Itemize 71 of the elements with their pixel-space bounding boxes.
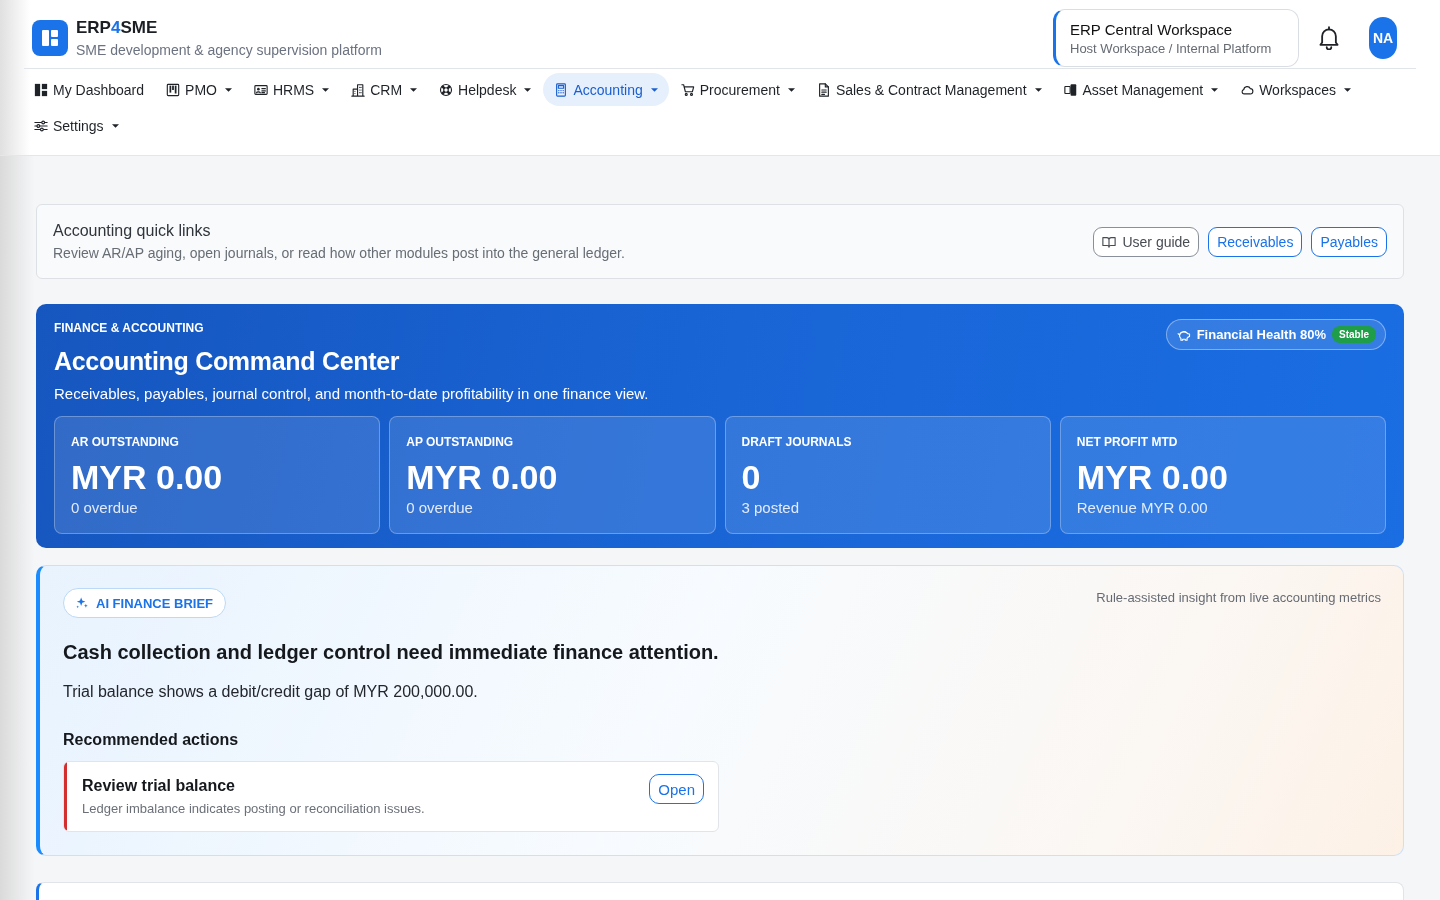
stat-value: MYR 0.00 [406,457,559,497]
nav-menu-item[interactable]: Helpdesk [429,73,542,106]
caret-icon [650,87,658,92]
caret-icon [1034,87,1042,92]
lifebuoy-icon [439,82,454,97]
quick-links-description: Review AR/AP aging, open journals, or read how other modules post into the general ledger. [53,244,625,262]
stat-value: MYR 0.00 [71,457,224,497]
action-description: Ledger imbalance indicates posting or reconciliation issues. [82,801,426,817]
caret-icon [524,87,532,92]
workspace-name: ERP Central Workspace [1070,19,1233,39]
stat-value: 0 [741,457,762,497]
caret-icon [1211,87,1219,92]
calculator-icon [554,82,569,97]
stat-detail: 0 overdue [406,498,474,518]
id-card-icon [253,82,268,97]
stat-label: DRAFT JOURNALS [741,434,853,450]
user-avatar[interactable]: NA [1369,17,1397,59]
user-guide-button[interactable]: User guide [1093,226,1200,257]
document-icon [816,82,831,97]
quick-link-button[interactable]: Receivables [1208,226,1303,257]
nav-menu-item[interactable]: Sales & Contract Management [806,73,1052,106]
status-tag: Stable [1332,326,1376,343]
buildings-icon [351,82,366,97]
action-title: Review trial balance [82,776,236,796]
logo-icon [32,20,68,56]
health-score: Financial Health 80% [1196,327,1326,342]
quick-link-button[interactable]: Payables [1311,226,1387,257]
stat-label: NET PROFIT MTD [1076,434,1179,450]
caret-icon [322,87,330,92]
nav-menu-item[interactable]: My Dashboard [24,73,155,106]
caret-icon [1343,87,1351,92]
ai-brief-label: AI FINANCE BRIEF [96,595,213,611]
workspace-card[interactable]: ERP Central Workspace Host Workspace / Internal Platform [1053,9,1299,67]
layout-grid-icon [34,82,48,97]
workspace-context: Host Workspace / Internal Platform [1070,40,1273,57]
nav-menu-item[interactable]: Workspaces [1230,73,1361,106]
caret-icon [224,87,232,92]
stat-label: AP OUTSTANDING [406,434,515,450]
caret-icon [410,87,418,92]
brand-name: ERP4SME [76,17,159,38]
hero-eyebrow: FINANCE & ACCOUNTING [54,320,205,336]
nav-menu-item[interactable]: Settings [24,109,129,142]
caret-icon [111,123,119,128]
stat-value: MYR 0.00 [1076,457,1229,497]
nav-menu-item[interactable]: CRM [341,73,428,106]
stat-detail: 0 overdue [71,498,139,518]
open-button[interactable]: Open [649,774,704,804]
hero-subtitle: Receivables, payables, journal control, and month-to-date profitability in one finance view. [54,384,649,404]
brief-summary: Trial balance shows a debit/credit gap of MYR 200,000.00. [63,682,479,702]
bell-icon[interactable] [1318,26,1340,50]
hero-title: Accounting Command Center [54,346,401,377]
stat-label: AR OUTSTANDING [71,434,180,450]
brief-headline: Cash collection and ledger control need immediate finance attention. [63,640,720,665]
nav-menu-item[interactable]: HRMS [243,73,340,106]
actions-heading: Recommended actions [63,730,240,750]
stat-detail: Revenue MYR 0.00 [1076,498,1209,518]
insight-note: Rule-assisted insight from live accounting metrics [1096,590,1381,605]
book-icon [1102,234,1117,249]
nav-menu-item[interactable]: Procurement [670,73,805,106]
stat-detail: 3 posted [741,498,801,518]
kanban-board-icon [166,82,181,97]
devices-icon [1063,82,1078,97]
sparkle-icon [76,597,88,609]
nav-menu-item[interactable]: PMO [156,73,242,106]
nav-menu-item[interactable]: Asset Management [1053,73,1229,106]
shopping-cart-icon [680,82,695,97]
nav-menu-item[interactable]: Accounting [543,73,669,106]
sliders-icon [34,118,48,133]
quick-links-title: Accounting quick links [53,221,212,241]
caret-icon [787,87,795,92]
brand-tagline: SME development & agency supervision platform [76,40,382,59]
